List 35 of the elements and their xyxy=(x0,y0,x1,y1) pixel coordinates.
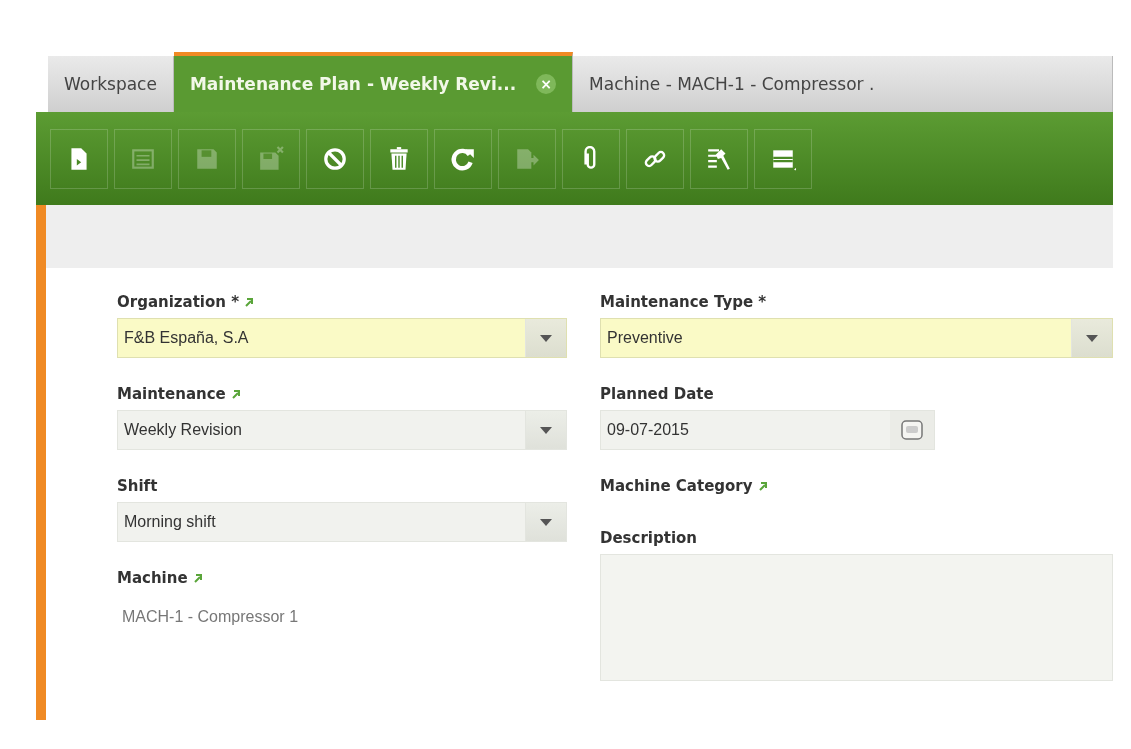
field-label: Machine Category xyxy=(600,477,753,495)
caret-icon[interactable] xyxy=(1086,334,1098,342)
toolbar-button[interactable] xyxy=(50,128,108,189)
date-field[interactable]: 09-07-2015 xyxy=(600,410,935,450)
field-label: Shift xyxy=(117,477,158,495)
toolbar-button[interactable] xyxy=(626,128,684,189)
field-value: MACH-1 - Compressor 1 xyxy=(121,607,300,626)
dropdown-field[interactable]: Preventive xyxy=(600,318,1113,358)
calendar-icon[interactable] xyxy=(901,420,923,440)
arrow-icon[interactable] xyxy=(231,389,240,399)
dropdown-field[interactable]: Weekly Revision xyxy=(117,410,567,450)
floppy-x-icon xyxy=(258,145,284,172)
toolbar-button[interactable] xyxy=(306,128,364,189)
prohibited-icon xyxy=(322,145,348,172)
field-label: Description xyxy=(600,529,698,547)
caret-icon[interactable] xyxy=(540,426,552,434)
toolbar-button[interactable] xyxy=(690,128,748,189)
arrow-icon[interactable] xyxy=(758,481,767,491)
tab[interactable]: Machine - MACH-1 - Compressor . xyxy=(573,56,1113,112)
dropdown-field[interactable]: F&B España, S.A xyxy=(117,318,567,358)
toolbar-button[interactable] xyxy=(562,128,620,189)
toolbar-button[interactable] xyxy=(434,128,492,189)
dropdown-field[interactable]: Morning shift xyxy=(117,502,567,542)
field-label: Organization * xyxy=(117,293,240,311)
caret-icon[interactable] xyxy=(540,518,552,526)
caret-icon[interactable] xyxy=(540,334,552,342)
tab[interactable]: Workspace xyxy=(48,56,174,112)
field-label: Maintenance xyxy=(117,385,226,403)
toolbar-button[interactable] xyxy=(370,128,428,189)
field-label: Planned Date xyxy=(600,385,714,403)
toolbar-button[interactable] xyxy=(754,128,812,189)
field-label: Machine xyxy=(117,569,188,587)
field-label: Maintenance Type * xyxy=(600,293,767,311)
arrow-icon[interactable] xyxy=(245,297,254,307)
arrow-icon[interactable] xyxy=(193,573,202,583)
